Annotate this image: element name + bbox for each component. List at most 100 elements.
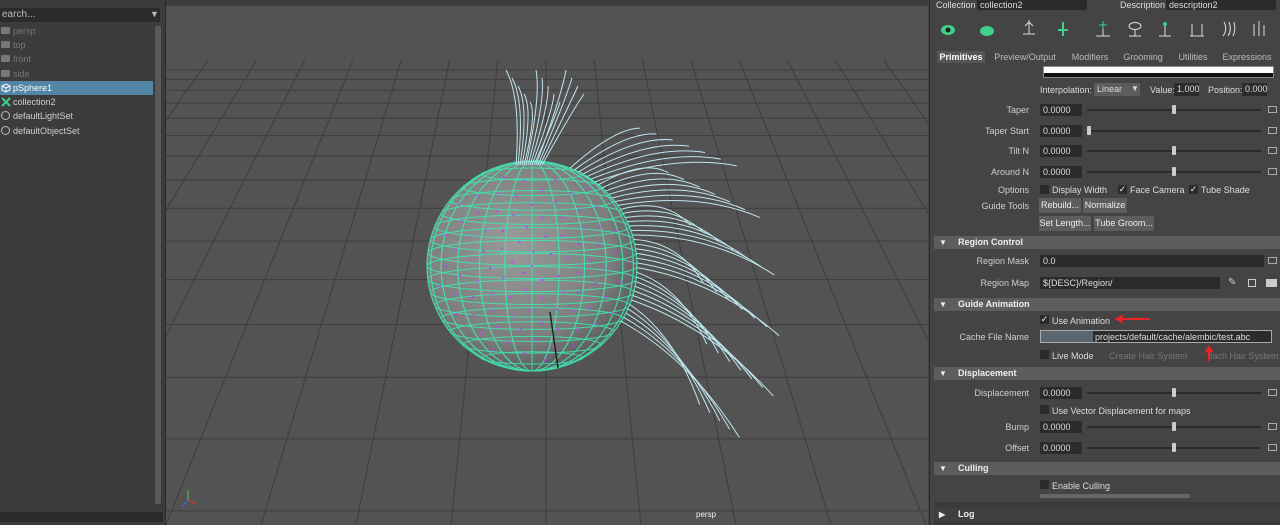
log-section[interactable]: ▶ Log [934,508,1280,521]
outliner-horizontal-scrollbar[interactable] [0,512,163,522]
options-label: Options [997,185,1029,195]
outliner-item-side[interactable]: side [0,67,153,81]
guide-visibility-icon[interactable] [1126,18,1144,40]
outliner-search-input[interactable]: earch... [0,8,160,22]
use-vector-displacement-checkbox[interactable] [1040,405,1049,414]
outliner-scrollbar[interactable] [155,26,161,504]
outliner-item-defaultlightset[interactable]: defaultLightSet [0,109,153,123]
outliner-item-front[interactable]: front [0,52,153,66]
offset-field[interactable]: 0.0000 [1040,442,1082,454]
value-field[interactable]: 1.000 [1174,83,1200,96]
section-title: Displacement [958,368,1017,378]
expression-icon[interactable] [1268,444,1277,451]
outliner-item-label: defaultLightSet [13,111,74,121]
outliner-item-psphere1[interactable]: pSphere1 [0,81,153,95]
set-length-button[interactable]: Set Length... [1039,216,1091,231]
enable-culling-checkbox[interactable] [1040,480,1049,489]
expression-icon[interactable] [1268,127,1277,134]
region-mask-field[interactable]: 0.0 [1040,255,1264,267]
add-guide-icon[interactable] [1054,18,1072,40]
outliner-item-persp[interactable]: persp [0,24,153,38]
displacement-label: Displacement [974,388,1029,398]
section-title: Log [958,509,975,519]
bump-slider-handle[interactable] [1172,422,1176,431]
region-map-field[interactable]: ${DESC}/Region/ [1040,277,1220,289]
outliner-item-label: front [13,54,32,64]
camera-icon [1,70,10,77]
guide-grass-icon[interactable] [1250,18,1268,40]
guide-tool-icon[interactable] [1020,18,1038,40]
description-dropdown[interactable]: description2 [1166,0,1276,10]
create-hair-system-button[interactable]: Create Hair System [1109,351,1188,361]
outliner-item-collection2[interactable]: collection2 [0,95,153,109]
expression-icon[interactable] [1268,389,1277,396]
expression-icon[interactable] [1268,106,1277,113]
attach-hair-system-button[interactable]: tach Hair System [1210,351,1279,361]
outliner-item-top[interactable]: top [0,38,153,52]
enable-culling-label: Enable Culling [1052,481,1111,491]
viewport-persp[interactable]: persp [166,0,928,525]
displacement-slider-handle[interactable] [1172,388,1176,397]
around-n-slider-handle[interactable] [1172,167,1176,176]
tube-groom-button[interactable]: Tube Groom... [1094,216,1154,231]
axis-gizmo [182,490,197,507]
outliner-item-label: top [13,40,26,50]
cache-file-field[interactable]: projects/default/cache/alembic/test.abc [1040,330,1272,343]
tube-shade-checkbox[interactable]: ✓ [1189,185,1198,194]
around-n-label: Around N [990,167,1029,177]
guide-animation-section[interactable]: ▼ Guide Animation [934,298,1280,311]
guide-select-icon[interactable] [1156,18,1174,40]
taper-start-label: Taper Start [984,126,1029,136]
taper-field[interactable]: 0.0000 [1040,104,1082,116]
tilt-n-field[interactable]: 0.0000 [1040,145,1082,157]
display-width-checkbox[interactable] [1040,185,1049,194]
normalize-button[interactable]: Normalize [1083,198,1127,213]
triangle-down-icon: ▼ [939,464,947,473]
display-width-label: Display Width [1052,185,1108,195]
tab-primitives[interactable]: Primitives [937,51,985,63]
tab-preview-output[interactable]: Preview/Output [992,51,1058,63]
tab-grooming[interactable]: Grooming [1118,51,1168,63]
expression-icon[interactable] [1268,147,1277,154]
tab-modifiers[interactable]: Modifiers [1068,51,1112,63]
add-description-icon[interactable] [978,18,996,40]
use-animation-checkbox[interactable]: ✓ [1040,315,1049,324]
blurred-region [1041,331,1093,342]
expression-icon[interactable] [1268,257,1277,264]
expression-icon[interactable] [1268,423,1277,430]
offset-slider-handle[interactable] [1172,443,1176,452]
displacement-field[interactable]: 0.0000 [1040,387,1082,399]
position-field[interactable]: 0.000 [1242,83,1268,96]
folder-icon[interactable] [1266,279,1277,287]
collection-dropdown[interactable]: collection2 [977,0,1087,10]
visibility-eye-icon[interactable] [940,18,958,40]
region-control-section[interactable]: ▼ Region Control [934,236,1280,249]
value-label: Value: [1150,85,1175,95]
bump-field[interactable]: 0.0000 [1040,421,1082,433]
expression-icon[interactable] [1268,168,1277,175]
guide-flip-icon[interactable] [1188,18,1206,40]
live-mode-checkbox[interactable] [1040,350,1049,359]
region-map-label: Region Map [980,278,1029,288]
around-n-field[interactable]: 0.0000 [1040,166,1082,178]
displacement-section[interactable]: ▼ Displacement [934,367,1280,380]
use-vector-displacement-label: Use Vector Displacement for maps [1052,406,1191,416]
tab-utilities[interactable]: Utilities [1173,51,1213,63]
tab-expressions[interactable]: Expressions [1220,51,1274,63]
rebuild-button[interactable]: Rebuild... [1039,198,1081,213]
outliner-item-defaultobjectset[interactable]: defaultObjectSet [0,124,153,138]
chevron-down-icon[interactable]: ▼ [150,9,159,19]
face-camera-checkbox[interactable]: ✓ [1118,185,1127,194]
taper-start-slider-handle[interactable] [1087,126,1091,135]
taper-start-slider[interactable] [1087,130,1261,132]
tilt-n-slider-handle[interactable] [1172,146,1176,155]
taper-start-field[interactable]: 0.0000 [1040,125,1082,137]
ramp-widget[interactable] [1043,66,1274,78]
save-icon[interactable] [1248,279,1256,287]
culling-section[interactable]: ▼ Culling [934,462,1280,475]
cut-off-row [1040,494,1190,498]
taper-slider-handle[interactable] [1172,105,1176,114]
guide-add-icon[interactable] [1094,18,1112,40]
paint-icon[interactable]: ✎ [1228,277,1236,288]
guide-curves-icon[interactable] [1220,18,1238,40]
